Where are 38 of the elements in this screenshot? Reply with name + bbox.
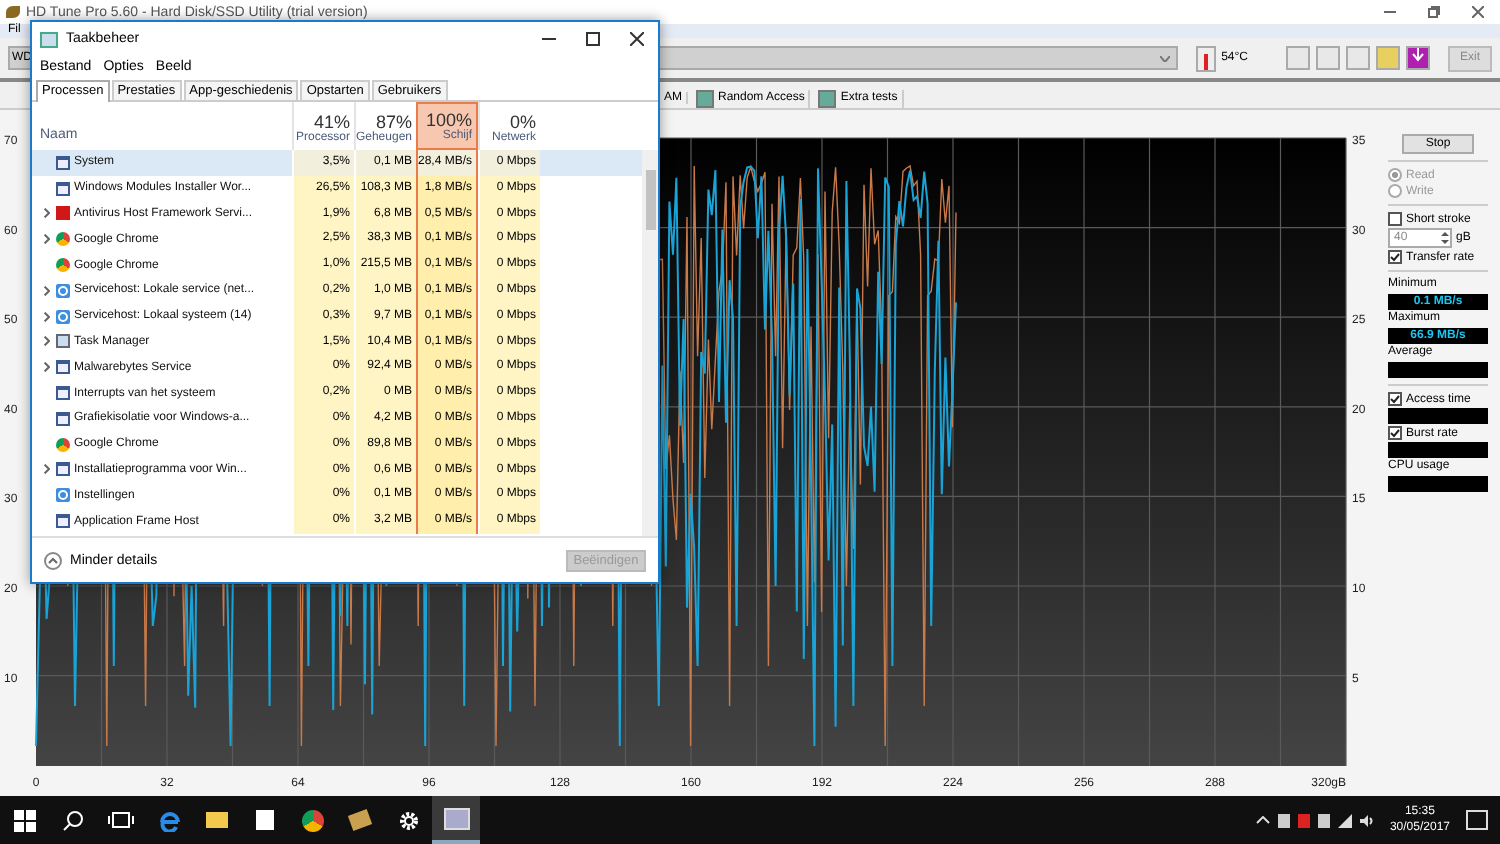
task-manager-icon [40, 31, 58, 47]
checkbox[interactable] [1388, 212, 1402, 226]
chrome-like-icon [56, 437, 70, 452]
speaker-icon[interactable] [1359, 813, 1374, 827]
app-logo-icon [6, 6, 20, 18]
shield-icon [56, 206, 70, 221]
close-icon[interactable] [1472, 5, 1484, 17]
close-icon[interactable] [629, 31, 643, 45]
collapse-icon[interactable] [44, 551, 62, 569]
radio-button[interactable] [1388, 184, 1402, 198]
radio-button[interactable] [1388, 168, 1402, 182]
burst-rate-readout [1388, 442, 1488, 458]
chevron-icon[interactable] [43, 208, 49, 219]
chevron-icon[interactable] [43, 311, 49, 322]
chevron-icon[interactable] [43, 285, 49, 296]
scrollbar[interactable] [642, 150, 658, 536]
tray-chevron-icon[interactable] [1255, 816, 1270, 824]
chevron-icon[interactable] [43, 362, 49, 373]
wifi-icon[interactable] [1337, 813, 1352, 827]
monitor-icon [56, 334, 70, 349]
checkbox[interactable] [1388, 250, 1402, 264]
window-icon [56, 514, 70, 529]
average-readout [1388, 362, 1488, 378]
checkbox[interactable] [1388, 426, 1402, 440]
minimize-icon[interactable] [1384, 5, 1396, 17]
chevron-icon[interactable] [43, 234, 49, 245]
window-icon [56, 462, 70, 477]
maximize-icon[interactable] [585, 31, 599, 45]
chevron-icon[interactable] [43, 336, 49, 347]
cpu-usage-readout [1388, 476, 1488, 492]
access-time-readout [1388, 408, 1488, 424]
notification-icon[interactable] [1466, 810, 1488, 830]
checkbox[interactable] [1388, 392, 1402, 406]
thermometer-icon [1195, 45, 1216, 71]
chevron-icon[interactable] [43, 464, 49, 475]
caret-icon[interactable] [1159, 55, 1170, 61]
restore-icon[interactable] [1428, 5, 1440, 17]
download-icon[interactable] [1406, 46, 1431, 70]
